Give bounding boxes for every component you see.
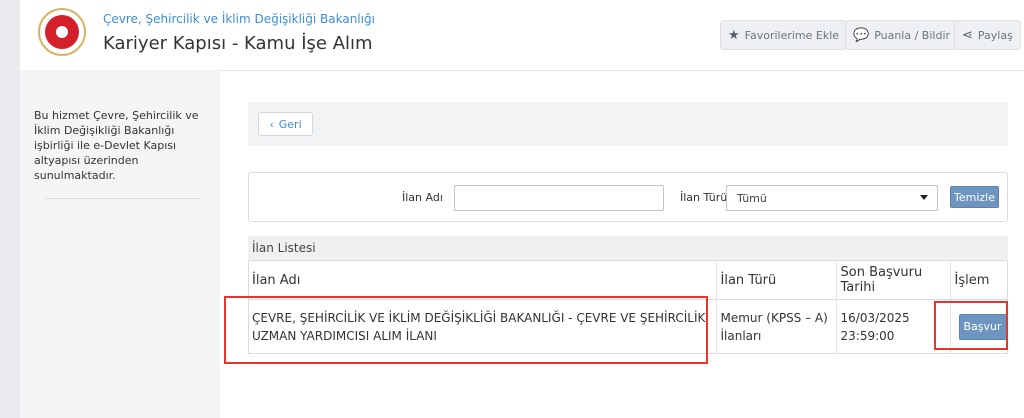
back-button[interactable]: ‹ Geri	[258, 112, 313, 136]
column-header-action: İşlem	[950, 261, 1008, 300]
table-header-row: İlan Adı İlan Türü Son Başvuru Tarihi İş…	[248, 261, 1008, 300]
column-header-deadline: Son Başvuru Tarihi	[836, 261, 951, 300]
star-icon: ★	[728, 27, 740, 43]
add-favorite-button[interactable]: ★ Favorilerime Ekle	[720, 20, 848, 50]
ilan-turu-selected: Tümü	[737, 191, 767, 205]
ilan-turu-select[interactable]: Tümü	[726, 185, 938, 211]
rate-report-button[interactable]: 💬 Puanla / Bildir	[845, 20, 959, 50]
sidebar-divider	[44, 198, 200, 199]
share-icon: ⋖	[962, 27, 973, 43]
app-title: Kariyer Kapısı - Kamu İşe Alım	[103, 33, 373, 54]
add-favorite-label: Favorilerime Ekle	[744, 28, 840, 42]
sidebar-info-text: Bu hizmet Çevre, Şehircilik ve İklim Değ…	[34, 109, 199, 182]
listing-deadline: 16/03/2025 23:59:00	[836, 299, 951, 354]
highlight-box-listing	[224, 296, 708, 364]
ilan-adi-input[interactable]	[454, 185, 664, 211]
ministry-logo	[38, 8, 86, 56]
highlight-box-apply	[934, 301, 1008, 350]
listing-type: Memur (KPSS – A) İlanları	[716, 299, 837, 354]
rate-report-label: Puanla / Bildir	[874, 28, 951, 42]
ilan-adi-label: İlan Adı	[402, 191, 443, 204]
back-bar	[248, 102, 1008, 146]
column-header-name: İlan Adı	[248, 261, 717, 300]
clear-button[interactable]: Temizle	[950, 186, 999, 208]
share-button[interactable]: ⋖ Paylaş	[954, 20, 1021, 50]
chevron-left-icon: ‹	[269, 117, 274, 131]
page-header: Çevre, Şehircilik ve İklim Değişikliği B…	[20, 0, 1024, 71]
caret-down-icon	[920, 195, 928, 200]
ilan-turu-label: İlan Türü	[680, 191, 728, 204]
ministry-name[interactable]: Çevre, Şehircilik ve İklim Değişikliği B…	[103, 12, 375, 26]
share-label: Paylaş	[977, 28, 1013, 42]
back-label: Geri	[278, 117, 302, 131]
speech-bubble-icon: 💬	[853, 27, 870, 43]
listing-title: İlan Listesi	[248, 236, 1008, 261]
left-edge-strip	[0, 0, 20, 418]
column-header-type: İlan Türü	[716, 261, 837, 300]
